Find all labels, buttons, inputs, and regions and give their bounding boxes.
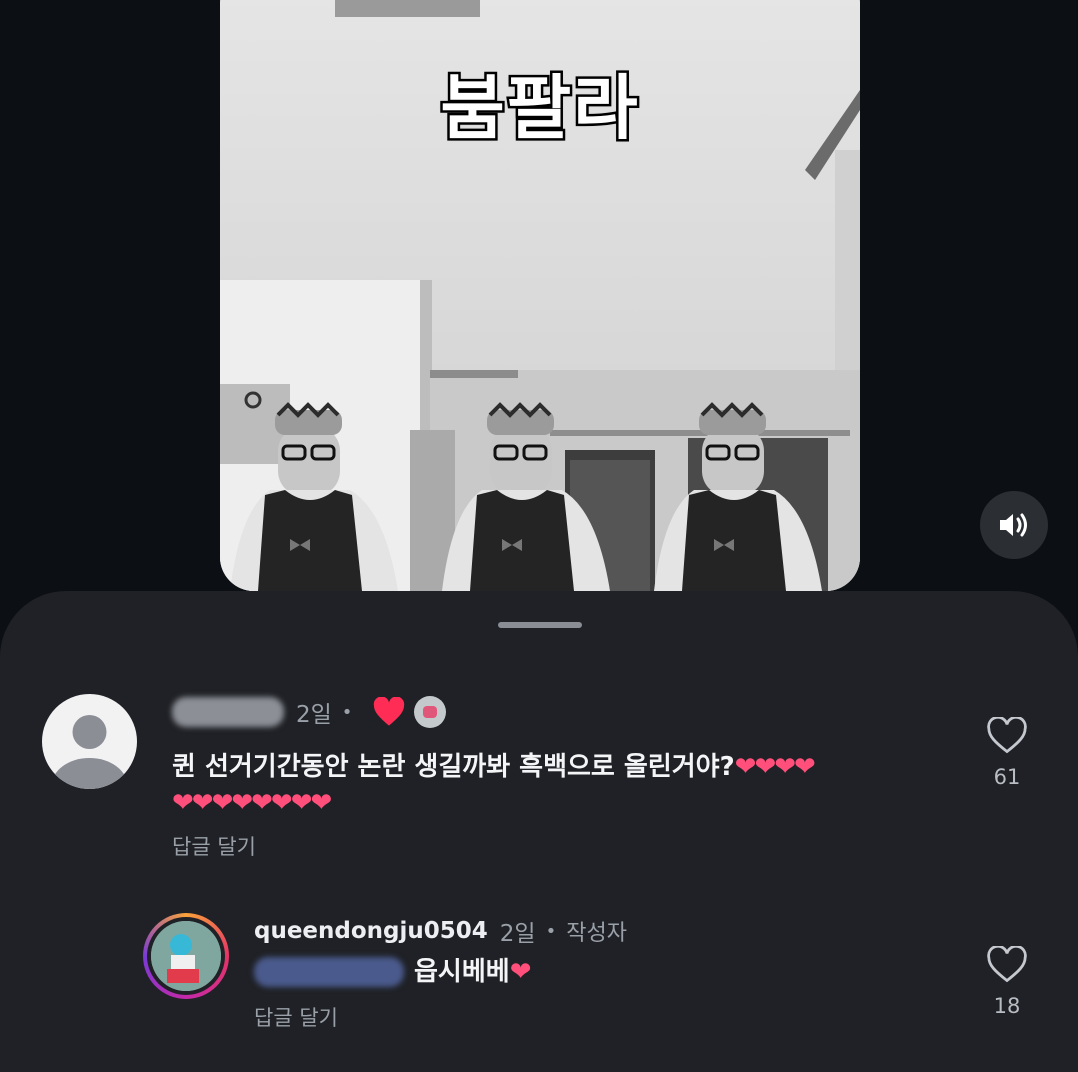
video-caption: 붐팔라	[438, 65, 640, 152]
sound-toggle-button[interactable]	[980, 491, 1048, 559]
avatar[interactable]	[42, 694, 137, 789]
separator-dot: •	[341, 701, 353, 723]
sheet-drag-handle[interactable]	[498, 622, 582, 628]
comment-meta: 2일 •	[172, 695, 447, 729]
comment-time: 2일	[296, 702, 332, 728]
video-player[interactable]: 붐팔라	[220, 0, 860, 591]
heart-emojis: ❤❤❤❤	[734, 752, 816, 782]
reply-meta: queendongju0504 2일 • 작성자	[254, 914, 627, 948]
separator-dot: •	[545, 920, 557, 942]
comment-body: 퀸 선거기간동안 논란 생길까봐 흑백으로 올린거야?	[172, 752, 735, 782]
comments-sheet: 2일 • 퀸 선거기간동안 논란 생길까봐 흑백으로 올린거야?❤❤❤❤ ❤❤❤…	[0, 591, 1078, 1072]
like-button[interactable]: 61	[977, 715, 1037, 789]
heart-emoji: ❤	[509, 957, 532, 987]
comment-text: 퀸 선거기간동안 논란 생길까봐 흑백으로 올린거야?❤❤❤❤ ❤❤❤❤❤❤❤❤	[172, 749, 932, 821]
like-count: 61	[993, 765, 1021, 789]
like-count: 18	[993, 994, 1021, 1018]
reply-button[interactable]: 답글 달기	[172, 831, 256, 861]
heart-outline-icon	[987, 715, 1027, 754]
author-badge: 작성자	[566, 921, 627, 946]
default-avatar-icon	[51, 715, 128, 789]
profile-photo	[151, 921, 221, 991]
username-blurred[interactable]	[172, 697, 284, 727]
username[interactable]: queendongju0504	[254, 918, 488, 944]
like-button[interactable]: 18	[977, 944, 1037, 1018]
heart-outline-icon	[987, 944, 1027, 983]
comment-time: 2일	[499, 921, 536, 947]
author-avatar-mini	[414, 696, 447, 728]
reply-text: 읍시베베 ❤	[254, 954, 532, 990]
red-heart-icon	[374, 697, 405, 726]
heart-emojis: ❤❤❤❤❤❤❤❤	[172, 788, 332, 818]
comment-body: 읍시베베	[414, 957, 510, 987]
mention-blurred[interactable]	[254, 957, 404, 987]
avatar-with-story-ring[interactable]	[143, 913, 229, 999]
speaker-volume-icon	[1000, 513, 1027, 537]
reply-button[interactable]: 답글 달기	[254, 1002, 338, 1032]
